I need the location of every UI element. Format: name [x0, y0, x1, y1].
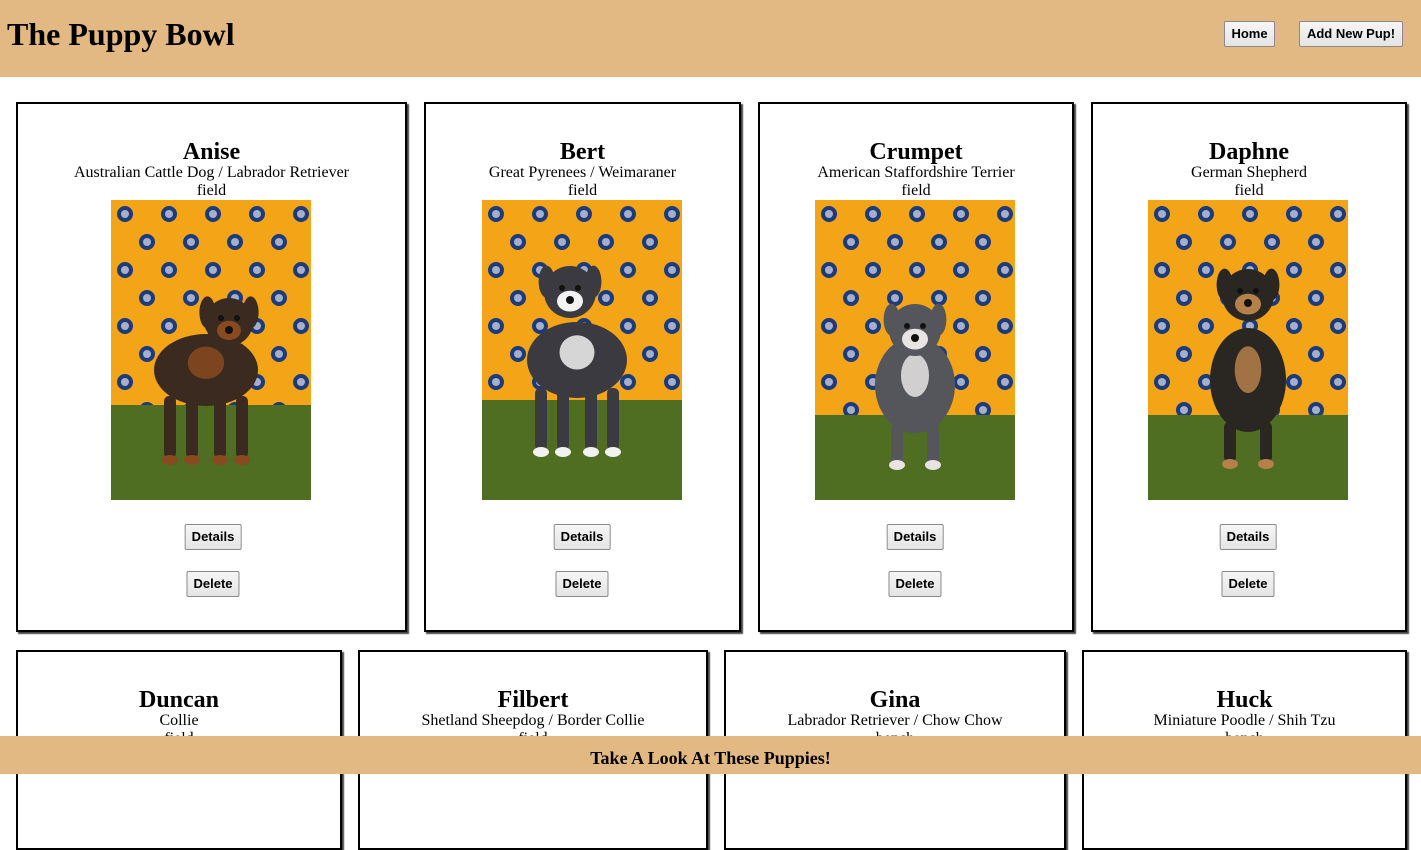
site-header: The Puppy Bowl Home Add New Pup!: [0, 0, 1421, 77]
puppy-name: Gina: [869, 687, 921, 713]
puppy-photo: [111, 200, 311, 500]
details-button[interactable]: Details: [1219, 524, 1277, 550]
details-button[interactable]: Details: [553, 524, 611, 550]
puppy-name: Bert: [559, 139, 606, 165]
puppy-breed: Collie: [159, 712, 199, 729]
puppy-name: Anise: [182, 139, 241, 165]
puppy-breed: Shetland Sheepdog / Border Collie: [421, 712, 645, 729]
page-title: The Puppy Bowl: [7, 16, 235, 52]
add-new-pup-button[interactable]: Add New Pup!: [1299, 21, 1403, 47]
puppy-photo: [815, 200, 1015, 500]
puppy-status: field: [567, 182, 598, 199]
puppy-card-bert: Bert Great Pyrenees / Weimaraner field D…: [424, 102, 741, 632]
delete-button[interactable]: Delete: [1221, 571, 1275, 597]
puppy-name: Duncan: [138, 687, 220, 713]
puppy-photo: [482, 200, 682, 500]
puppy-name: Daphne: [1208, 139, 1290, 165]
details-button[interactable]: Details: [184, 524, 242, 550]
puppy-status: field: [901, 182, 931, 199]
puppy-photo-illustration: [815, 200, 1015, 500]
delete-button[interactable]: Delete: [186, 571, 240, 597]
puppy-breed: Miniature Poodle / Shih Tzu: [1153, 712, 1336, 729]
puppy-breed: German Shepherd: [1191, 164, 1307, 181]
puppy-breed: American Staffordshire Terrier: [817, 164, 1015, 181]
delete-button[interactable]: Delete: [555, 571, 609, 597]
puppy-card-daphne: Daphne German Shepherd field Details Del…: [1091, 102, 1407, 632]
puppy-photo: [1148, 200, 1348, 500]
details-button[interactable]: Details: [886, 524, 944, 550]
puppy-card-crumpet: Crumpet American Staffordshire Terrier f…: [758, 102, 1074, 632]
puppy-photo-illustration: [482, 200, 682, 500]
puppy-breed: Australian Cattle Dog / Labrador Retriev…: [73, 164, 349, 181]
puppy-breed: Labrador Retriever / Chow Chow: [787, 712, 1003, 729]
home-button[interactable]: Home: [1224, 21, 1275, 47]
puppy-photo-illustration: [1148, 200, 1348, 500]
puppy-name: Huck: [1216, 687, 1273, 713]
delete-button[interactable]: Delete: [888, 571, 942, 597]
puppy-name: Crumpet: [869, 139, 963, 165]
puppy-status: field: [1234, 182, 1264, 199]
site-footer: Take A Look At These Puppies!: [0, 736, 1421, 774]
puppy-name: Filbert: [497, 687, 569, 713]
puppy-breed: Great Pyrenees / Weimaraner: [488, 164, 677, 181]
puppy-card-anise: Anise Australian Cattle Dog / Labrador R…: [16, 102, 407, 632]
puppy-status: field: [196, 182, 227, 199]
puppy-photo-illustration: [111, 200, 311, 500]
